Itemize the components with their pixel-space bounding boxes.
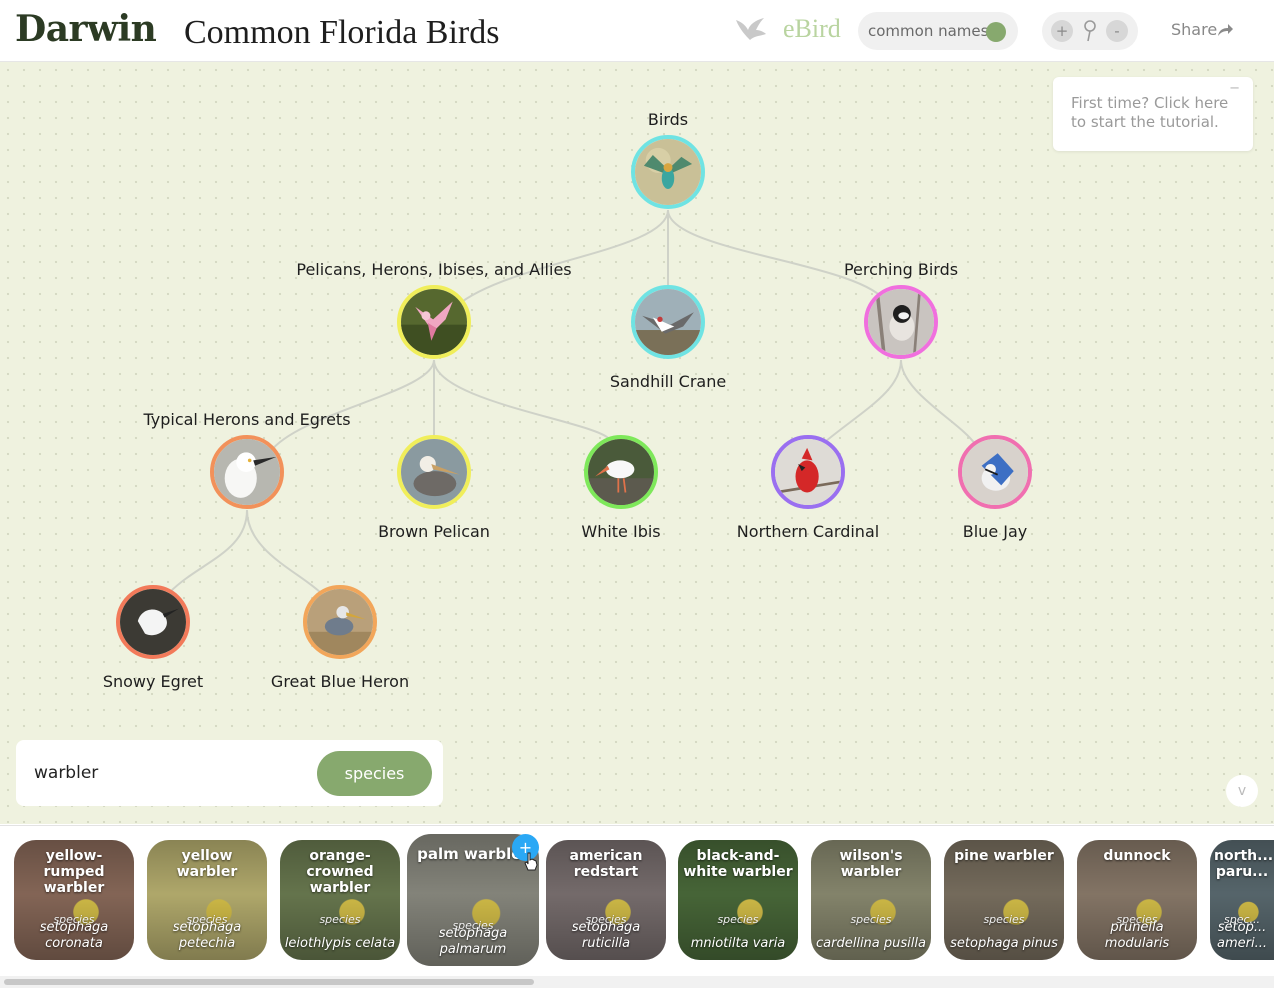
result-common-name: american redstart [569, 848, 643, 880]
result-card[interactable]: north... paru... spec... setop... ameri.… [1210, 840, 1274, 960]
pin-icon[interactable] [1082, 19, 1098, 43]
result-scientific-name: setop... ameri... [1217, 920, 1267, 951]
result-common-name: yellow warbler [176, 848, 238, 880]
spoonbill-photo-icon [401, 289, 467, 355]
tree-node-sandhill-crane[interactable] [631, 285, 705, 359]
tree-node-snowy-egret[interactable] [116, 585, 190, 659]
crane-photo-icon [635, 289, 701, 355]
header: Darwin Common Florida Birds eBird common… [0, 0, 1274, 62]
ebird-link[interactable]: eBird [783, 14, 841, 44]
result-card[interactable]: wilson's warbler species cardellina pusi… [811, 840, 931, 960]
node-label-brown-pelican: Brown Pelican [378, 522, 490, 541]
app-logo[interactable]: Darwin [15, 8, 157, 50]
tree-node-perching-birds[interactable] [864, 285, 938, 359]
pelican-photo-icon [401, 439, 467, 505]
node-label-northern-cardinal: Northern Cardinal [736, 522, 880, 541]
node-label-great-blue-heron: Great Blue Heron [270, 672, 410, 691]
result-card[interactable]: yellow warbler species setophaga petechi… [147, 840, 267, 960]
node-label-white-ibis: White Ibis [581, 522, 661, 541]
node-label-birds: Birds [647, 110, 689, 129]
result-common-name: dunnock [1103, 848, 1171, 864]
cardinal-photo-icon [775, 439, 841, 505]
node-label-perching-birds: Perching Birds [843, 260, 959, 279]
result-scientific-name: cardellina pusilla [816, 936, 926, 951]
result-common-name: wilson's warbler [839, 848, 903, 880]
share-button[interactable]: Share [1171, 20, 1217, 39]
hand-cursor-icon [524, 852, 538, 871]
toggle-knob [986, 22, 1006, 42]
result-scientific-name: setophaga pinus [950, 936, 1058, 951]
result-scientific-name: mniotilta varia [690, 936, 786, 951]
snowy-egret-photo-icon [120, 589, 186, 655]
result-card[interactable]: yellow-rumped warbler species setophaga … [14, 840, 134, 960]
result-common-name: orange-crowned warbler [306, 848, 374, 896]
share-arrow-icon[interactable] [1216, 22, 1234, 38]
result-card[interactable]: pine warbler species setophaga pinus [944, 840, 1064, 960]
tree-node-pelicans-herons[interactable] [397, 285, 471, 359]
common-names-label: common names [868, 22, 989, 40]
results-scrollbar-thumb[interactable] [4, 979, 534, 985]
node-label-blue-jay: Blue Jay [962, 522, 1028, 541]
result-card[interactable]: black-and-white warbler species mniotilt… [678, 840, 798, 960]
blue-jay-photo-icon [962, 439, 1028, 505]
bird-logo-icon[interactable] [734, 14, 768, 44]
collapse-results-button[interactable]: v [1226, 775, 1258, 807]
result-scientific-name: setophaga ruticilla [571, 920, 641, 951]
zoom-in-button[interactable]: + [1051, 20, 1073, 42]
result-common-name: north... paru... [1214, 848, 1274, 880]
result-card[interactable]: orange-crowned warbler species leiothlyp… [280, 840, 400, 960]
tutorial-text[interactable]: First time? Click here to start the tuto… [1071, 94, 1241, 132]
node-label-snowy-egret: Snowy Egret [102, 672, 204, 691]
app: Darwin Common Florida Birds eBird common… [0, 0, 1274, 988]
tree-canvas[interactable]: Birds Pelicans, Herons, Ibises, and Alli… [0, 62, 1274, 824]
result-scientific-name: prunella modularis [1104, 920, 1170, 951]
tutorial-minimize-button[interactable]: − [1229, 81, 1240, 96]
result-rank: species [717, 913, 759, 926]
search-results-bar[interactable]: yellow-rumped warbler species setophaga … [0, 825, 1274, 988]
result-scientific-name: setophaga palmarum [438, 926, 508, 957]
result-scientific-name: leiothlypis celata [284, 936, 396, 951]
result-common-name: yellow-rumped warbler [43, 848, 105, 896]
tree-node-great-blue-heron[interactable] [303, 585, 377, 659]
result-scientific-name: setophaga coronata [39, 920, 109, 951]
result-scientific-name: setophaga petechia [172, 920, 242, 951]
zoom-controls: + - [1042, 12, 1138, 50]
tree-node-typical-herons[interactable] [210, 435, 284, 509]
common-names-toggle[interactable]: common names [858, 12, 1018, 50]
rank-filter-button[interactable]: species [317, 751, 432, 796]
result-rank: species [850, 913, 892, 926]
search-input[interactable] [34, 760, 304, 786]
result-card[interactable]: american redstart species setophaga ruti… [546, 840, 666, 960]
result-common-name: pine warbler [954, 848, 1054, 864]
node-label-pelicans: Pelicans, Herons, Ibises, and Allies [296, 260, 572, 279]
tutorial-prompt[interactable]: First time? Click here to start the tuto… [1053, 77, 1253, 151]
tree-node-birds[interactable] [631, 135, 705, 209]
node-label-sandhill-crane: Sandhill Crane [609, 372, 727, 391]
great-blue-heron-photo-icon [307, 589, 373, 655]
tree-node-northern-cardinal[interactable] [771, 435, 845, 509]
results-scrollbar[interactable] [0, 976, 1274, 988]
bee-eater-photo-icon [635, 139, 701, 205]
search-panel: species [16, 740, 443, 806]
egret-head-photo-icon [214, 439, 280, 505]
result-rank: species [983, 913, 1025, 926]
ibis-photo-icon [588, 439, 654, 505]
chickadee-photo-icon [868, 289, 934, 355]
page-title[interactable]: Common Florida Birds [184, 14, 499, 52]
node-label-typical-herons: Typical Herons and Egrets [143, 410, 351, 429]
result-common-name: black-and-white warbler [683, 848, 793, 880]
result-card[interactable]: dunnock species prunella modularis [1077, 840, 1197, 960]
tree-node-brown-pelican[interactable] [397, 435, 471, 509]
zoom-out-button[interactable]: - [1106, 20, 1128, 42]
result-rank: species [319, 913, 361, 926]
tree-node-blue-jay[interactable] [958, 435, 1032, 509]
tree-node-white-ibis[interactable] [584, 435, 658, 509]
